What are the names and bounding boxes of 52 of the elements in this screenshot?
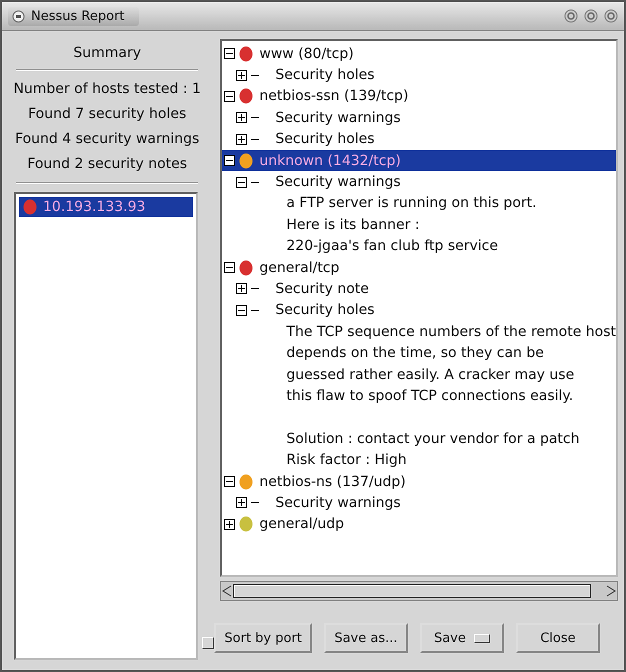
category-label[interactable]: Security holes	[263, 302, 375, 318]
expand-icon[interactable]	[236, 70, 248, 81]
port-row[interactable]: unknown (1432/tcp)	[222, 150, 616, 172]
expand-icon[interactable]	[236, 283, 248, 294]
option-menu[interactable]: Save	[420, 623, 504, 653]
category-label[interactable]: Security note	[263, 280, 369, 297]
collapse-icon[interactable]	[236, 176, 248, 188]
category-label[interactable]: Security warnings	[263, 494, 401, 511]
collapse-icon[interactable]	[224, 262, 236, 274]
collapse-icon[interactable]	[224, 476, 236, 487]
category-label[interactable]: Security holes	[263, 67, 375, 84]
summary-line: Number of hosts tested : 1	[13, 81, 201, 97]
expand-icon[interactable]	[236, 134, 248, 145]
collapse-icon[interactable]	[236, 304, 248, 316]
category-label[interactable]: Security warnings	[263, 174, 401, 190]
finding-text: Solution : contact your vendor for a patch	[286, 430, 580, 447]
toggle-indicator[interactable]	[202, 637, 214, 649]
action-button[interactable]: Close	[516, 623, 600, 653]
category-label[interactable]: Security holes	[263, 131, 375, 148]
window-title: Nessus Report	[31, 8, 125, 24]
summary-line: Found 4 security warnings	[15, 131, 200, 147]
collapse-icon[interactable]	[224, 90, 236, 102]
scroll-right-icon[interactable]	[605, 584, 617, 598]
summary-line: Found 2 security notes	[27, 156, 188, 172]
finding-text: this flaw to spoof TCP connections easily.	[286, 388, 574, 404]
summary-title: Summary	[72, 44, 142, 63]
scroll-thumb[interactable]	[233, 584, 591, 598]
port-row[interactable]: netbios-ns (137/udp)	[222, 470, 616, 492]
window-menu-icon[interactable]	[12, 10, 25, 22]
port-row[interactable]: netbios-ssn (139/tcp)	[222, 86, 616, 108]
port-row[interactable]: www (80/tcp)	[222, 43, 616, 64]
finding-text: 220-jgaa's fan club ftp service	[286, 238, 498, 254]
finding-text: Here is its banner :	[286, 216, 420, 233]
expand-icon[interactable]	[236, 497, 248, 508]
finding-text: depends on the time, so they can be	[286, 345, 544, 362]
expand-icon[interactable]	[236, 112, 248, 124]
action-button[interactable]: Save as...	[324, 623, 408, 653]
scroll-left-icon[interactable]	[221, 584, 234, 598]
sort-toggle-button[interactable]: Sort by port	[214, 623, 312, 653]
expand-icon[interactable]	[224, 518, 236, 530]
host-item[interactable]: 10.193.133.93	[19, 197, 194, 217]
collapse-icon[interactable]	[224, 155, 236, 166]
finding-text: Risk factor : High	[286, 452, 407, 468]
collapse-icon[interactable]	[224, 48, 236, 60]
port-row[interactable]: general/tcp	[222, 256, 616, 278]
summary-line: Found 7 security holes	[28, 106, 186, 122]
finding-text: guessed rather easily. A cracker may use	[286, 366, 574, 383]
finding-text: The TCP sequence numbers of the remote host	[286, 324, 616, 340]
port-row[interactable]: general/udp	[222, 514, 616, 535]
category-label[interactable]: Security warnings	[263, 110, 401, 126]
horizontal-scrollbar[interactable]	[220, 581, 618, 601]
finding-text: a FTP server is running on this port.	[286, 195, 537, 212]
